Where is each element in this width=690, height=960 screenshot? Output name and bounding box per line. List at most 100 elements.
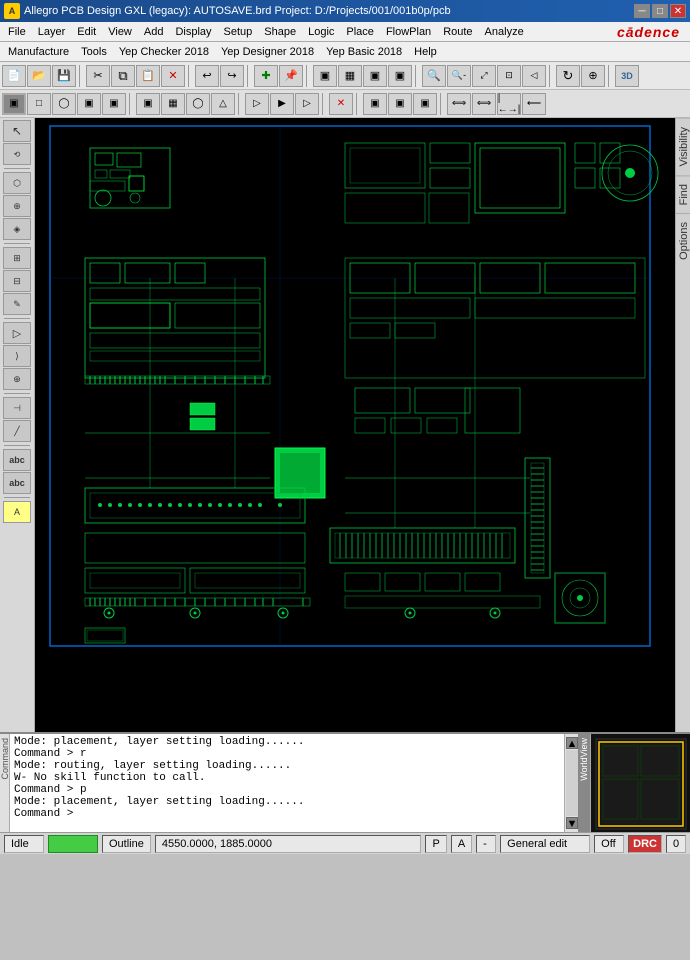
menu-yep-designer[interactable]: Yep Designer 2018 xyxy=(215,44,320,60)
console-scrollbar[interactable]: ▲ ▼ xyxy=(564,734,578,832)
tb2-sq3[interactable]: ▣ xyxy=(77,93,101,115)
lt-tool10[interactable]: ⊕ xyxy=(3,368,31,390)
tb-zoom-in[interactable]: 🔍 xyxy=(422,65,446,87)
menu-route[interactable]: Route xyxy=(437,24,478,40)
menu-yep-checker[interactable]: Yep Checker 2018 xyxy=(113,44,215,60)
tb-zoom-rect[interactable]: ⊡ xyxy=(497,65,521,87)
lt-tool4[interactable]: ◈ xyxy=(3,218,31,240)
lt-line[interactable]: ╱ xyxy=(3,420,31,442)
menu-yep-basic[interactable]: Yep Basic 2018 xyxy=(320,44,408,60)
tb-box4[interactable]: ▣ xyxy=(388,65,412,87)
tb-box2[interactable]: ▦ xyxy=(338,65,362,87)
close-button[interactable]: ✕ xyxy=(670,4,686,18)
lt-text1[interactable]: abc xyxy=(3,449,31,471)
maximize-button[interactable]: □ xyxy=(652,4,668,18)
tb2-sq6[interactable]: ▦ xyxy=(161,93,185,115)
status-dash: - xyxy=(476,835,496,853)
tab-find[interactable]: Find xyxy=(676,175,690,213)
minimize-button[interactable]: ─ xyxy=(634,4,650,18)
tb2-sq2[interactable]: □ xyxy=(27,93,51,115)
lt-tool5[interactable]: ⊞ xyxy=(3,247,31,269)
lt-measure[interactable]: ⊣ xyxy=(3,397,31,419)
menu-manufacture[interactable]: Manufacture xyxy=(2,44,75,60)
lt-sep-5 xyxy=(4,445,30,446)
tb2-sq4[interactable]: ▣ xyxy=(102,93,126,115)
tb2-h2[interactable]: ⟺ xyxy=(472,93,496,115)
tb-sep-4 xyxy=(306,65,310,87)
tb-undo[interactable]: ↩ xyxy=(195,65,219,87)
tb2-h1[interactable]: ⟺ xyxy=(447,93,471,115)
scroll-down[interactable]: ▼ xyxy=(566,817,578,829)
tb2-sq7[interactable]: ◯ xyxy=(186,93,210,115)
menu-setup[interactable]: Setup xyxy=(218,24,259,40)
tb2-arr1[interactable]: ▷ xyxy=(245,93,269,115)
console-line-1: Mode: placement, layer setting loading..… xyxy=(14,736,560,748)
tb2-s2[interactable]: ▣ xyxy=(388,93,412,115)
tb-zoom-fit[interactable]: ⤢ xyxy=(472,65,496,87)
status-general-edit: General edit xyxy=(500,835,590,853)
tb2-s1[interactable]: ▣ xyxy=(363,93,387,115)
tb-cut[interactable]: ✂ xyxy=(86,65,110,87)
tb2-s3[interactable]: ▣ xyxy=(413,93,437,115)
title-bar: A Allegro PCB Design GXL (legacy): AUTOS… xyxy=(0,0,690,22)
menu-add[interactable]: Add xyxy=(138,24,170,40)
menu-view[interactable]: View xyxy=(102,24,138,40)
tb-box3[interactable]: ▣ xyxy=(363,65,387,87)
scroll-up[interactable]: ▲ xyxy=(566,737,578,749)
tb2-h4[interactable]: ⟵ xyxy=(522,93,546,115)
lt-tool2[interactable]: ⬡ xyxy=(3,172,31,194)
menu-logic[interactable]: Logic xyxy=(302,24,340,40)
tb-box1[interactable]: ▣ xyxy=(313,65,337,87)
lt-tool9[interactable]: ⟩ xyxy=(3,345,31,367)
menu-shape[interactable]: Shape xyxy=(258,24,302,40)
menu-flowplan[interactable]: FlowPlan xyxy=(380,24,437,40)
lt-tool8[interactable]: ▷ xyxy=(3,322,31,344)
lt-tool1[interactable]: ⟲ xyxy=(3,143,31,165)
menu-place[interactable]: Place xyxy=(340,24,380,40)
tb-save[interactable]: 💾 xyxy=(52,65,76,87)
menu-analyze[interactable]: Analyze xyxy=(479,24,530,40)
lt-text2[interactable]: abc xyxy=(3,472,31,494)
tb2-sq1[interactable]: ▣ xyxy=(2,93,26,115)
status-drc: DRC xyxy=(628,835,662,853)
tb-pin[interactable]: 📌 xyxy=(279,65,303,87)
tab-options[interactable]: Options xyxy=(676,213,690,268)
tb2-arr2[interactable]: ▶ xyxy=(270,93,294,115)
tb-snap[interactable]: ✚ xyxy=(254,65,278,87)
tb2-cross[interactable]: ✕ xyxy=(329,93,353,115)
worldview-label-vertical: WorldView xyxy=(579,734,589,785)
tb-paste[interactable]: 📋 xyxy=(136,65,160,87)
tb-zoom-prev[interactable]: ◁ xyxy=(522,65,546,87)
menu-layer[interactable]: Layer xyxy=(32,24,72,40)
menu-display[interactable]: Display xyxy=(169,24,217,40)
tb-zoom-out[interactable]: 🔍- xyxy=(447,65,471,87)
lt-select[interactable]: ↖ xyxy=(3,120,31,142)
lt-color[interactable]: A xyxy=(3,501,31,523)
tb-new[interactable]: 📄 xyxy=(2,65,26,87)
tb2-sep-4 xyxy=(356,93,360,115)
app-icon: A xyxy=(4,3,20,19)
menu-file[interactable]: File xyxy=(2,24,32,40)
tb-target[interactable]: ⊕ xyxy=(581,65,605,87)
tb-3d[interactable]: 3D xyxy=(615,65,639,87)
lt-sep-6 xyxy=(4,497,30,498)
tb-delete[interactable]: ✕ xyxy=(161,65,185,87)
tb-redo[interactable]: ↪ xyxy=(220,65,244,87)
tb2-sq5[interactable]: ▣ xyxy=(136,93,160,115)
tb-copy[interactable]: ⧉ xyxy=(111,65,135,87)
lt-tool7[interactable]: ✎ xyxy=(3,293,31,315)
tb2-h3[interactable]: |←→| xyxy=(497,93,521,115)
tb2-tri[interactable]: △ xyxy=(211,93,235,115)
tb-open[interactable]: 📂 xyxy=(27,65,51,87)
pcb-canvas[interactable] xyxy=(35,118,675,732)
tb2-arr3[interactable]: ▷ xyxy=(295,93,319,115)
tb-refresh[interactable]: ↻ xyxy=(556,65,580,87)
menu-help[interactable]: Help xyxy=(408,44,443,60)
lt-tool3[interactable]: ⊕ xyxy=(3,195,31,217)
menu-edit[interactable]: Edit xyxy=(71,24,102,40)
menu-bar: File Layer Edit View Add Display Setup S… xyxy=(0,22,690,42)
lt-tool6[interactable]: ⊟ xyxy=(3,270,31,292)
tb2-circ[interactable]: ◯ xyxy=(52,93,76,115)
tab-visibility[interactable]: Visibility xyxy=(676,118,690,175)
menu-tools[interactable]: Tools xyxy=(75,44,113,60)
